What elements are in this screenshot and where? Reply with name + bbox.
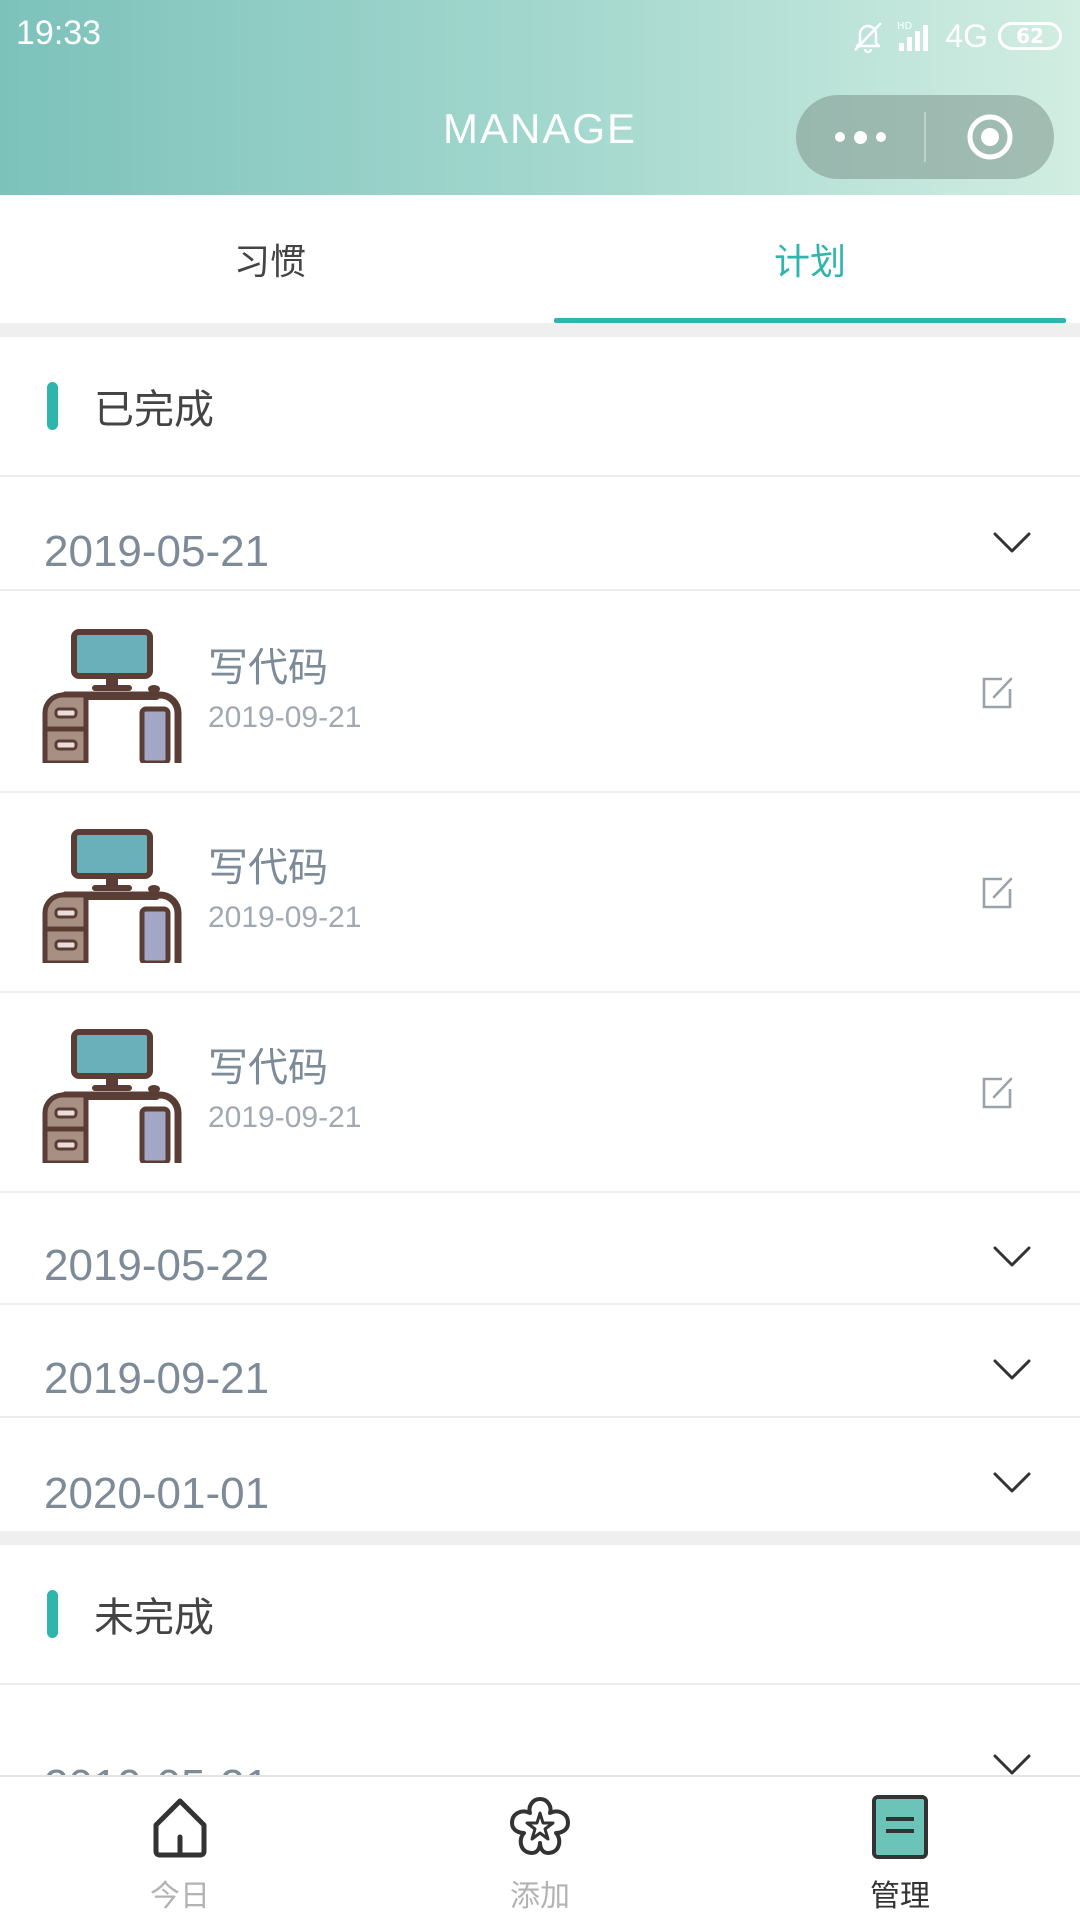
chevron-down-icon [992, 1245, 1032, 1269]
more-menu-button[interactable] [796, 95, 924, 179]
notebook-icon [872, 1795, 928, 1859]
svg-text:HD: HD [897, 21, 913, 32]
plan-item[interactable]: 写代码 2019-09-21 [0, 593, 1080, 793]
section-label: 已完成 [94, 387, 214, 433]
home-icon [153, 1798, 207, 1858]
nav-label: 管理 [870, 1879, 930, 1914]
plan-date: 2019-09-21 [208, 1101, 362, 1134]
group-date: 2019-05-21 [44, 527, 270, 576]
edit-icon[interactable] [980, 875, 1014, 911]
section-completed: 已完成 [0, 337, 1080, 477]
status-icons: HD 4G 62 [851, 16, 1062, 56]
group-date: 2019-05-22 [44, 1241, 270, 1290]
nav-add[interactable]: 添加 [360, 1777, 720, 1920]
date-group-row[interactable]: 2019-09-21 [0, 1306, 1080, 1418]
target-circle-icon [967, 114, 1013, 160]
nav-manage[interactable]: 管理 [720, 1777, 1080, 1920]
nav-label: 今日 [150, 1879, 210, 1914]
section-uncompleted: 未完成 [0, 1545, 1080, 1685]
tab-habits[interactable]: 习惯 [0, 195, 540, 323]
flower-add-icon [510, 1797, 570, 1855]
plan-name: 写代码 [208, 845, 328, 891]
section-marker [47, 382, 58, 430]
close-mini-program-button[interactable] [926, 95, 1054, 179]
mini-program-capsule [796, 95, 1054, 179]
plan-date: 2019-09-21 [208, 701, 362, 734]
network-type: 4G [945, 17, 988, 54]
status-time: 19:33 [16, 14, 102, 52]
date-group-row[interactable]: 2019-05-21 [0, 479, 1080, 591]
tab-bar: 习惯 计划 [0, 195, 1080, 323]
edit-icon[interactable] [980, 675, 1014, 711]
desk-computer-icon [42, 829, 182, 963]
divider [0, 323, 1080, 337]
date-group-row[interactable]: 2020-01-01 [0, 1419, 1080, 1531]
desk-computer-icon [42, 1029, 182, 1163]
section-marker [47, 1590, 58, 1638]
chevron-down-icon [992, 531, 1032, 555]
desk-computer-icon [42, 629, 182, 763]
plan-name: 写代码 [208, 645, 328, 691]
divider [0, 1531, 1080, 1545]
group-date: 2020-01-01 [44, 1469, 270, 1518]
plan-item[interactable]: 写代码 2019-09-21 [0, 793, 1080, 993]
app-header: 19:33 HD 4G 62 MANAGE [0, 0, 1080, 195]
plan-item[interactable]: 写代码 2019-09-21 [0, 993, 1080, 1193]
bottom-nav: 今日 添加 管理 [0, 1775, 1080, 1920]
status-bar: 19:33 HD 4G 62 [0, 0, 1080, 75]
chevron-down-icon [992, 1471, 1032, 1495]
chevron-down-icon [992, 1753, 1032, 1777]
bell-off-icon [854, 22, 883, 53]
group-date: 2019-09-21 [44, 1354, 270, 1403]
dot-icon [875, 132, 886, 142]
plan-date: 2019-09-21 [208, 901, 362, 934]
chevron-down-icon [992, 1358, 1032, 1382]
dot-icon [834, 132, 845, 142]
plan-name: 写代码 [208, 1045, 328, 1091]
edit-icon[interactable] [980, 1075, 1014, 1111]
nav-label: 添加 [510, 1879, 570, 1914]
section-label: 未完成 [94, 1595, 214, 1641]
battery-icon: 62 [998, 22, 1062, 50]
date-group-row[interactable]: 2019-05-22 [0, 1193, 1080, 1305]
signal-icon: HD [897, 21, 929, 51]
nav-today[interactable]: 今日 [0, 1777, 360, 1920]
dot-icon [853, 130, 867, 144]
tab-plans[interactable]: 计划 [540, 195, 1080, 323]
